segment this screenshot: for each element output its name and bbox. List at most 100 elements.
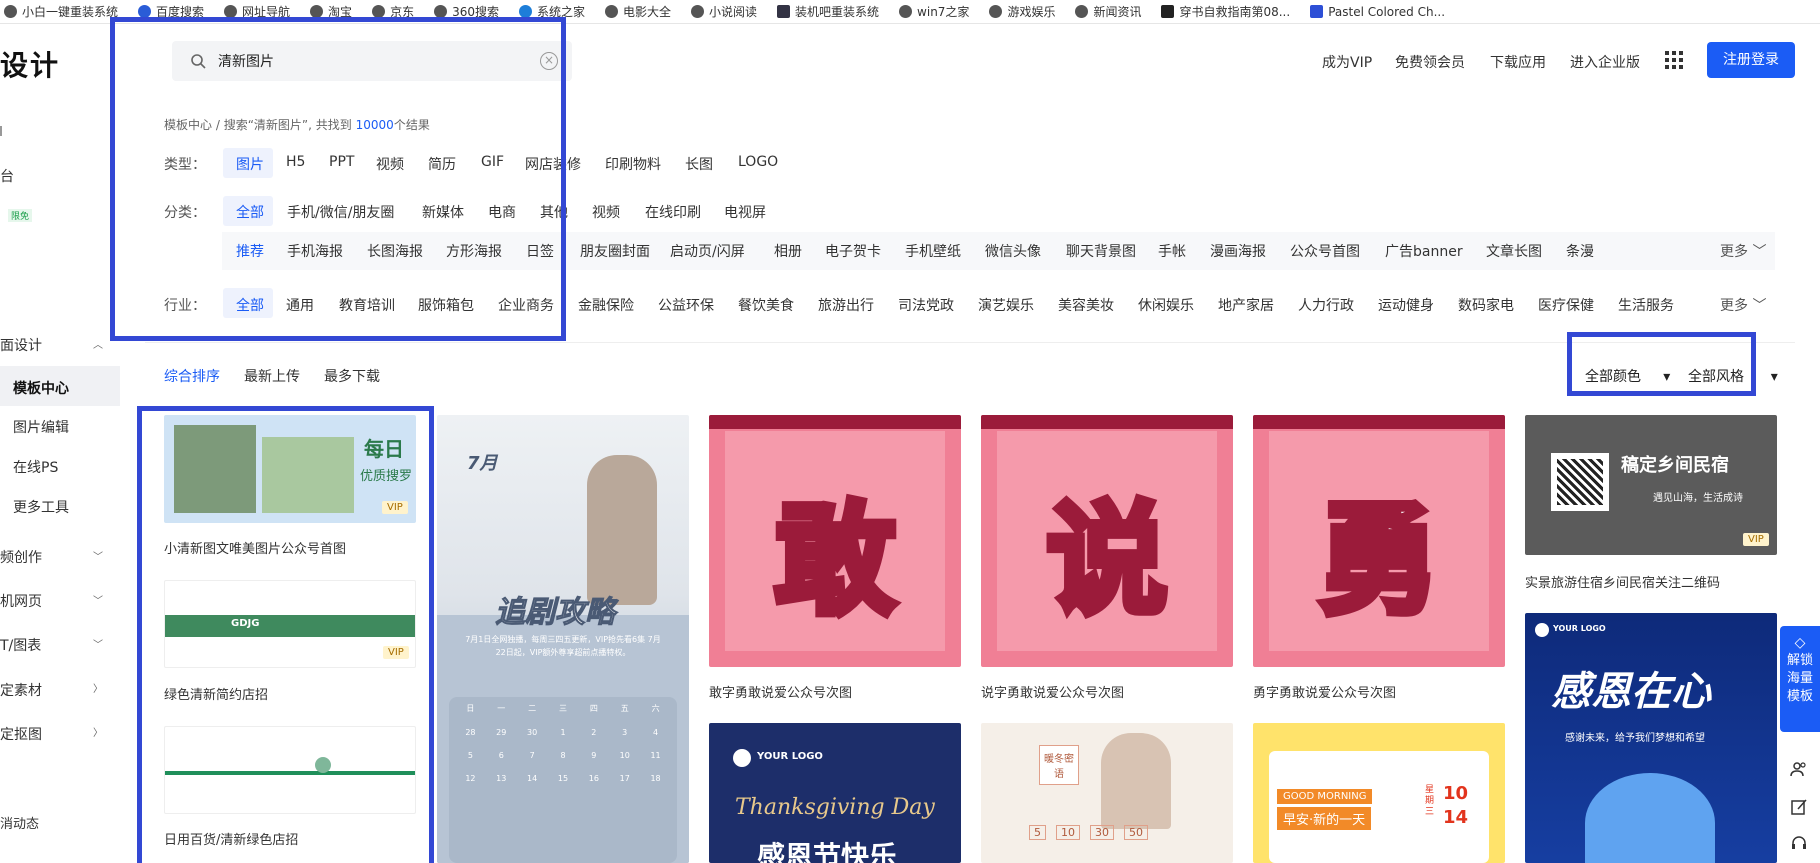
card-caption[interactable]: 勇字勇敢说爱公众号次图 <box>1253 682 1396 701</box>
template-card[interactable]: 暖冬密语 5 10 30 50 <box>981 723 1233 863</box>
sidebar-bottom[interactable]: 消动态 <box>0 813 39 832</box>
industry-chip[interactable]: 教育培训 <box>339 295 395 315</box>
industry-chip[interactable]: 餐饮美食 <box>738 295 794 315</box>
type-chip[interactable]: 长图 <box>685 154 713 174</box>
logo-text[interactable]: 设计 <box>0 44 60 84</box>
sidebar-section-title[interactable]: 面设计 <box>0 335 42 355</box>
subcategory-chip[interactable]: 文章长图 <box>1486 241 1542 261</box>
headset-icon[interactable] <box>1790 834 1808 852</box>
industry-chip[interactable]: 公益环保 <box>658 295 714 315</box>
industry-chip[interactable]: 美容美妆 <box>1058 295 1114 315</box>
become-vip-link[interactable]: 成为VIP <box>1322 52 1372 72</box>
category-chip[interactable]: 电视屏 <box>724 202 766 222</box>
bookmark[interactable]: 装机吧重装系统 <box>777 3 879 20</box>
industry-chip[interactable]: 休闲娱乐 <box>1138 295 1194 315</box>
subcategory-chip[interactable]: 朋友圈封面 <box>580 241 650 261</box>
chevron-right-icon[interactable]: 〉 <box>93 724 103 739</box>
bookmark[interactable]: 新闻资讯 <box>1075 3 1141 20</box>
user-group-icon[interactable] <box>1790 760 1808 778</box>
bookmark[interactable]: 游戏娱乐 <box>989 3 1055 20</box>
category-chip[interactable]: 视频 <box>592 202 620 222</box>
subcategory-chip[interactable]: 公众号首图 <box>1290 241 1360 261</box>
subcategory-chip[interactable]: 广告banner <box>1385 241 1463 261</box>
industry-chip[interactable]: 企业商务 <box>498 295 554 315</box>
card-caption[interactable]: 敢字勇敢说爱公众号次图 <box>709 682 852 701</box>
sidebar-group[interactable]: 定素材 <box>0 680 42 700</box>
sidebar-item[interactable]: 台 <box>0 166 14 186</box>
unlock-templates-button[interactable]: ◇ 解锁海量模板 <box>1780 626 1820 732</box>
chevron-down-icon[interactable]: ﹀ <box>93 592 103 607</box>
card-caption[interactable]: 说字勇敢说爱公众号次图 <box>981 682 1124 701</box>
subcategory-chip[interactable]: 日签 <box>526 241 554 261</box>
subcategory-chip[interactable]: 启动页/闪屏 <box>670 241 745 261</box>
template-card[interactable]: GOOD MORNING 早安·新的一天 10 14 星期三 <box>1253 723 1505 863</box>
industry-chip[interactable]: 生活服务 <box>1618 295 1674 315</box>
sidebar-item-online-ps[interactable]: 在线PS <box>13 457 58 477</box>
edit-icon[interactable] <box>1790 798 1808 816</box>
subcategory-chip[interactable]: 方形海报 <box>446 241 502 261</box>
subcategory-chip[interactable]: 聊天背景图 <box>1066 241 1136 261</box>
industry-chip[interactable]: 司法党政 <box>898 295 954 315</box>
subcategory-chip[interactable]: 条漫 <box>1566 241 1594 261</box>
sidebar-group[interactable]: 定抠图 <box>0 724 42 744</box>
bookmark[interactable]: Pastel Colored Ch... <box>1310 5 1445 19</box>
download-app-link[interactable]: 下载应用 <box>1490 52 1546 72</box>
subcategory-chip[interactable]: 微信头像 <box>985 241 1041 261</box>
industry-chip[interactable]: 旅游出行 <box>818 295 874 315</box>
sidebar-item-image-edit[interactable]: 图片编辑 <box>13 417 69 437</box>
subcategory-chip[interactable]: 手帐 <box>1158 241 1186 261</box>
industry-chip[interactable]: 医疗保健 <box>1538 295 1594 315</box>
subcategory-chip[interactable]: 相册 <box>774 241 802 261</box>
bookmark-icon <box>4 5 17 18</box>
sidebar-item-more-tools[interactable]: 更多工具 <box>13 497 69 517</box>
industry-chip[interactable]: 运动健身 <box>1378 295 1434 315</box>
industry-chip[interactable]: 通用 <box>286 295 314 315</box>
industry-chip[interactable]: 服饰箱包 <box>418 295 474 315</box>
subcategory-chip[interactable]: 漫画海报 <box>1210 241 1266 261</box>
sidebar-item-template-center[interactable]: 模板中心 <box>13 378 69 398</box>
sidebar-group[interactable]: T/图表 <box>0 635 41 655</box>
industry-chip[interactable]: 演艺娱乐 <box>978 295 1034 315</box>
template-card[interactable]: YOUR LOGO 感恩在心 感谢未来，给予我们梦想和希望 <box>1525 613 1777 863</box>
industry-chip[interactable]: 金融保险 <box>578 295 634 315</box>
subcategory-more[interactable]: 更多 ﹀ <box>1720 241 1766 261</box>
subcategory-chip[interactable]: 长图海报 <box>367 241 423 261</box>
type-chip[interactable]: 印刷物料 <box>605 154 661 174</box>
chevron-right-icon[interactable]: 〉 <box>93 680 103 695</box>
bookmark[interactable]: 电影大全 <box>605 3 671 20</box>
enterprise-link[interactable]: 进入企业版 <box>1570 52 1640 72</box>
chevron-down-icon[interactable]: ﹀ <box>93 548 103 563</box>
industry-chip[interactable]: 人力行政 <box>1298 295 1354 315</box>
template-card[interactable]: YOUR LOGO Thanksgiving Day 感恩节快乐 <box>709 723 961 863</box>
apps-grid-icon[interactable] <box>1665 51 1683 69</box>
login-button[interactable]: 注册登录 <box>1707 42 1795 78</box>
sort-downloads[interactable]: 最多下载 <box>324 366 380 386</box>
bookmark[interactable]: 小白一键重装系统 <box>4 3 118 20</box>
industry-chip[interactable]: 数码家电 <box>1458 295 1514 315</box>
chevron-down-icon[interactable]: ﹀ <box>93 636 103 651</box>
card-caption[interactable]: 实景旅游住宿乡间民宿关注二维码 <box>1525 572 1720 591</box>
template-card[interactable]: 稿定乡间民宿 遇见山海，生活成诗 VIP <box>1525 415 1777 555</box>
industry-chip[interactable]: 全部 <box>236 295 264 315</box>
bookmark[interactable]: win7之家 <box>899 3 969 20</box>
category-chip[interactable]: 在线印刷 <box>645 202 701 222</box>
template-card[interactable]: 7月 追剧攻略 7月1日全网独播，每周三四五更新，VIP抢先看6集 7月22日起… <box>437 415 689 863</box>
industry-more[interactable]: 更多 ﹀ <box>1720 295 1766 315</box>
sidebar-group[interactable]: 机网页 <box>0 591 42 611</box>
template-card[interactable]: 勇 <box>1253 415 1505 667</box>
chevron-up-icon[interactable]: ︿ <box>93 336 103 351</box>
subcategory-chip[interactable]: 推荐 <box>236 241 264 261</box>
sort-latest[interactable]: 最新上传 <box>244 366 300 386</box>
sidebar-group[interactable]: 频创作 <box>0 547 42 567</box>
industry-chip[interactable]: 地产家居 <box>1218 295 1274 315</box>
subcategory-chip[interactable]: 电子贺卡 <box>825 241 881 261</box>
template-card[interactable]: 敢 <box>709 415 961 667</box>
subcategory-chip[interactable]: 手机海报 <box>287 241 343 261</box>
free-member-link[interactable]: 免费领会员 <box>1395 52 1465 72</box>
template-card[interactable]: 说 <box>981 415 1233 667</box>
subcategory-chip[interactable]: 手机壁纸 <box>905 241 961 261</box>
type-chip[interactable]: LOGO <box>738 154 778 170</box>
sort-comprehensive[interactable]: 综合排序 <box>164 366 220 386</box>
bookmark[interactable]: 穿书自救指南第08... <box>1161 3 1290 20</box>
bookmark[interactable]: 小说阅读 <box>691 3 757 20</box>
